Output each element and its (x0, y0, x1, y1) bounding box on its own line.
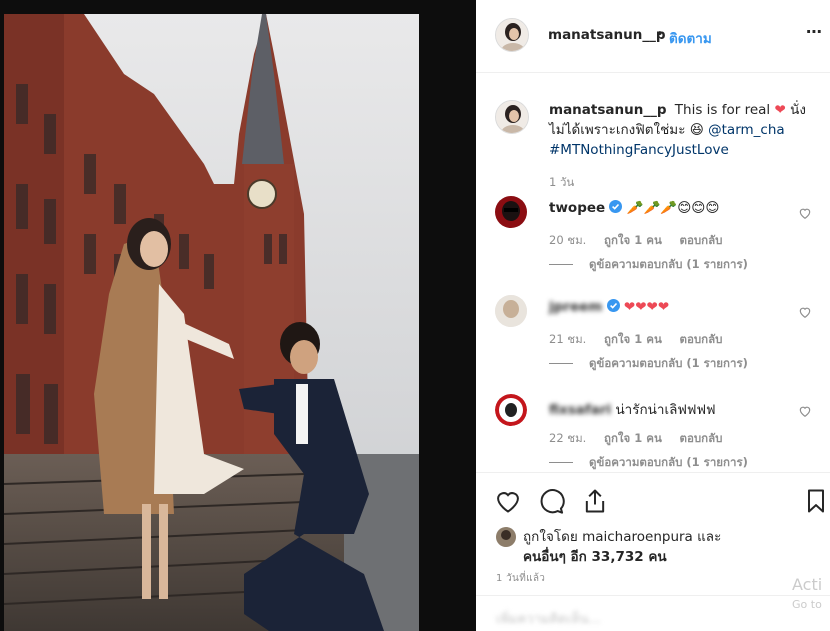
comment-like-heart-icon[interactable] (798, 404, 812, 418)
comment-meta: 20 ชม. ถูกใจ 1 คน ตอบกลับ (549, 232, 737, 250)
laughing-emoji: 😆 (689, 122, 704, 138)
liked-by-text[interactable]: ถูกใจโดย maicharoenpura และ (523, 527, 721, 547)
activate-windows-watermark: Acti Go to (792, 575, 822, 615)
view-replies-button[interactable]: ดูข้อความตอบกลับ (1 รายการ) (549, 256, 748, 274)
reply-button[interactable]: ตอบกลับ (680, 233, 723, 247)
comment-text: twopee 🥕🥕🥕😊😊😊 (549, 200, 719, 216)
comment-username[interactable]: twopee (549, 200, 605, 216)
comment-meta: 21 ชม. ถูกใจ 1 คน ตอบกลับ (549, 331, 737, 349)
comment-text: fixsafari น่ารักน่าเลิฟฟฟฟ (549, 398, 716, 420)
like-heart-icon[interactable] (494, 487, 522, 515)
watermark-subtitle: Go to (792, 598, 822, 611)
comment-time: 20 ชม. (549, 233, 587, 247)
comment-likes[interactable]: ถูกใจ 1 คน (604, 431, 662, 445)
post-actions: ถูกใจโดย maicharoenpura และ คนอื่นๆ อีก … (476, 472, 830, 631)
caption-text-part1: This is for real (674, 102, 771, 118)
commenter-avatar[interactable] (495, 394, 527, 426)
caption-text: manatsanun__p This is for real ❤ นั่งไม่… (549, 100, 819, 160)
hashtag-link[interactable]: #MTNothingFancyJustLove (549, 142, 729, 158)
caption-time: 1 วัน (549, 175, 575, 189)
comment-like-heart-icon[interactable] (798, 305, 812, 319)
view-replies-button[interactable]: ดูข้อความตอบกลับ (1 รายการ) (549, 454, 748, 472)
heart-emoji: ❤ (774, 102, 786, 118)
likes-count[interactable]: คนอื่นๆ อีก 33,732 คน (523, 547, 667, 567)
comment-bubble-icon[interactable] (537, 487, 565, 515)
separator-dot: • (656, 27, 664, 42)
watermark-title: Acti (792, 575, 823, 594)
comment-item: twopee 🥕🥕🥕😊😊😊 20 ชม. ถูกใจ 1 คน ตอบกลับ … (476, 196, 830, 296)
comment-username[interactable]: jpreem (549, 299, 602, 315)
follow-button[interactable]: ติดตาม (669, 27, 712, 49)
caption-author-avatar[interactable] (495, 100, 529, 134)
comment-body: 🥕🥕🥕😊😊😊 (626, 200, 720, 216)
post-header: manatsanun__p • ติดตาม ⋯ (476, 0, 830, 73)
comment-time: 21 ชม. (549, 332, 587, 346)
post-panel: manatsanun__p • ติดตาม ⋯ manatsanun__p T… (476, 0, 830, 631)
comment-body: ❤❤❤❤ (623, 299, 670, 315)
author-username[interactable]: manatsanun__p (548, 27, 666, 43)
share-icon[interactable] (581, 487, 609, 515)
comment-time: 22 ชม. (549, 431, 587, 445)
comment-username[interactable]: fixsafari (549, 402, 611, 418)
liker-avatar[interactable] (496, 527, 516, 547)
author-avatar[interactable] (495, 18, 529, 52)
verified-badge-icon (606, 299, 620, 315)
view-replies-button[interactable]: ดูข้อความตอบกลับ (1 รายการ) (549, 355, 748, 373)
mention-link[interactable]: @tarm_cha (708, 122, 785, 138)
proposal-photo-illustration (4, 14, 419, 631)
add-comment-field[interactable]: เพิ่มความคิดเห็น... (476, 595, 830, 631)
commenter-avatar[interactable] (495, 196, 527, 228)
more-options-icon[interactable]: ⋯ (806, 22, 823, 41)
comment-likes[interactable]: ถูกใจ 1 คน (604, 332, 662, 346)
commenter-avatar[interactable] (495, 295, 527, 327)
post-photo[interactable] (4, 14, 419, 631)
comment-text: jpreem ❤❤❤❤ (549, 299, 669, 315)
reply-button[interactable]: ตอบกลับ (680, 332, 723, 346)
add-comment-placeholder: เพิ่มความคิดเห็น... (496, 612, 601, 627)
comment-meta: 22 ชม. ถูกใจ 1 คน ตอบกลับ (549, 430, 737, 448)
posted-time: 1 วันที่แล้ว (496, 573, 546, 584)
verified-badge-icon (609, 200, 623, 216)
save-bookmark-icon[interactable] (802, 487, 830, 515)
reply-button[interactable]: ตอบกลับ (680, 431, 723, 445)
comment-item: jpreem ❤❤❤❤ 21 ชม. ถูกใจ 1 คน ตอบกลับ ดู… (476, 295, 830, 395)
comment-like-heart-icon[interactable] (798, 206, 812, 220)
comment-body: น่ารักน่าเลิฟฟฟฟ (615, 402, 716, 418)
comment-likes[interactable]: ถูกใจ 1 คน (604, 233, 662, 247)
caption-username[interactable]: manatsanun__p (549, 102, 667, 118)
